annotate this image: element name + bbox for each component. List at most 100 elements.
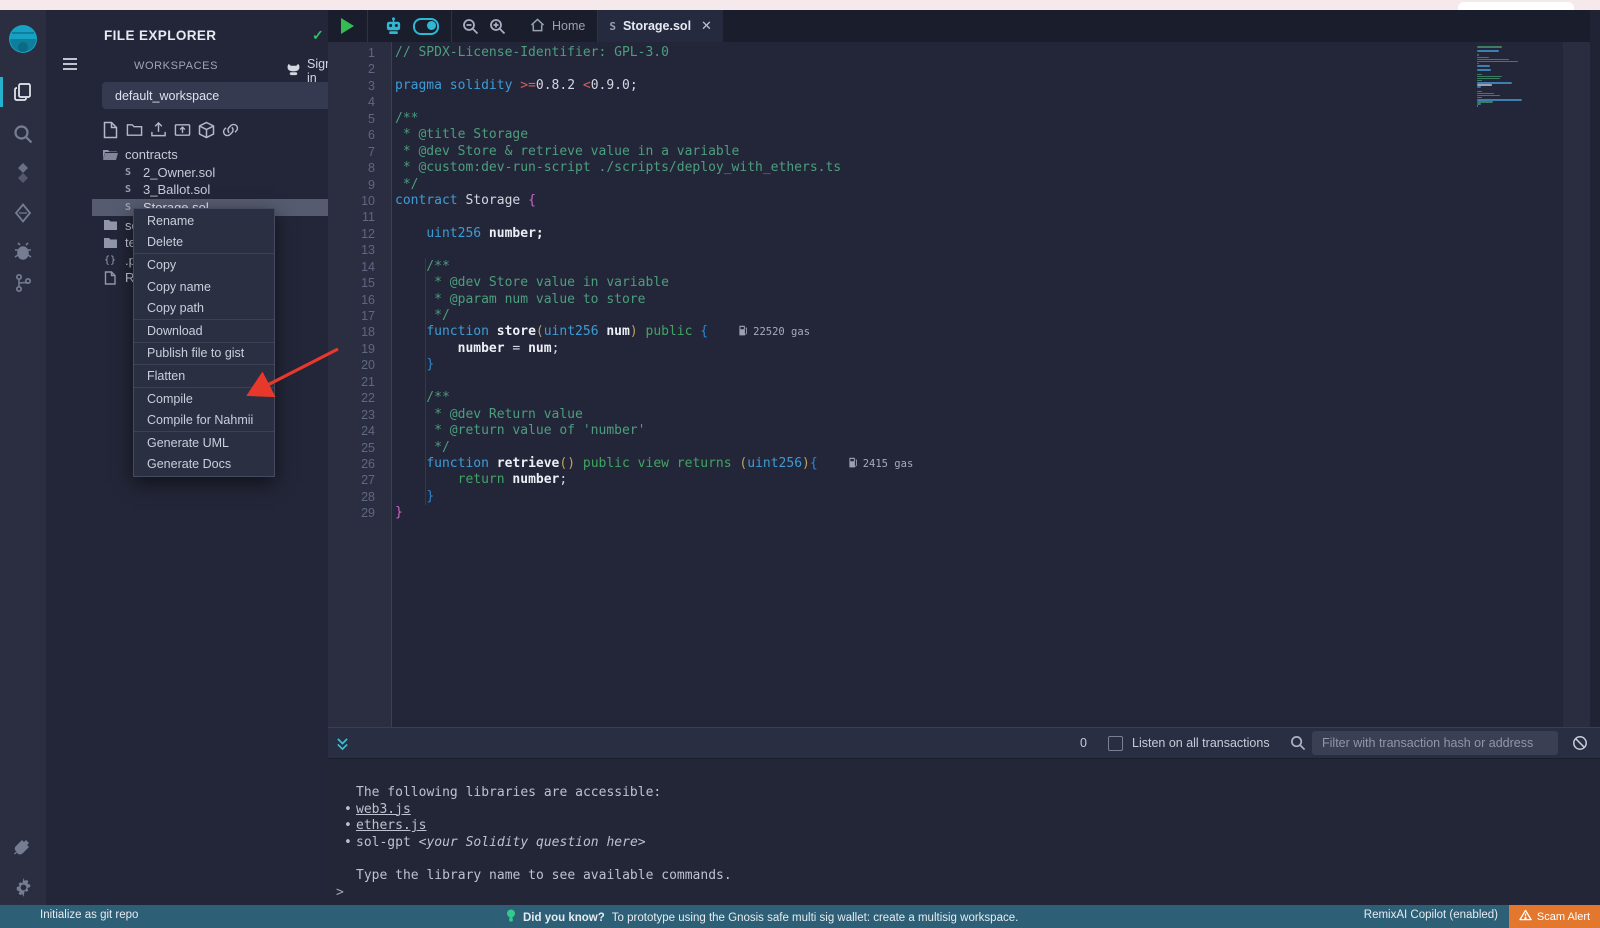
scam-alert-button[interactable]: Scam Alert — [1509, 905, 1600, 928]
menu-item-copy-name[interactable]: Copy name — [134, 276, 274, 298]
new-folder-icon[interactable] — [126, 120, 143, 139]
transaction-filter-input[interactable] — [1312, 731, 1558, 755]
line-number: 8 — [328, 160, 391, 176]
search-icon[interactable] — [0, 117, 46, 151]
code-line-25: */ — [395, 440, 1562, 456]
code-line-2 — [395, 61, 1562, 77]
tab-storage-sol[interactable]: S Storage.sol ✕ — [598, 10, 723, 42]
file-explorer-icon[interactable] — [0, 75, 46, 109]
settings-icon[interactable] — [0, 870, 46, 904]
tab-home[interactable]: Home — [518, 10, 597, 42]
terminal-search-icon[interactable] — [1290, 735, 1306, 756]
line-number: 6 — [328, 127, 391, 143]
new-file-icon[interactable] — [102, 120, 119, 139]
signin-button[interactable]: Sign in — [286, 57, 332, 85]
code-line-20: } — [395, 357, 1562, 373]
library-link[interactable]: web3.js — [356, 802, 411, 817]
menu-item-delete[interactable]: Delete — [134, 232, 274, 254]
plugin-manager-icon[interactable] — [0, 831, 46, 865]
zoom-out-icon[interactable] — [462, 18, 479, 35]
upload-folder-icon[interactable] — [174, 120, 191, 139]
code-editor[interactable]: // SPDX-License-Identifier: GPL-3.0pragm… — [392, 42, 1562, 727]
code-line-28: } — [395, 489, 1562, 505]
editor-scrollbar-track[interactable] — [1563, 42, 1590, 727]
tree-item-label: 2_Owner.sol — [143, 165, 215, 180]
placeholder-hint: <your Solidity question here> — [419, 835, 646, 850]
code-line-6: * @title Storage — [395, 127, 1562, 143]
debugger-icon[interactable] — [0, 234, 46, 268]
terminal-output[interactable]: The following libraries are accessible:•… — [328, 759, 1600, 905]
copilot-toggle[interactable] — [413, 18, 439, 35]
terminal-library-link-line: •web3.js — [328, 802, 1600, 819]
line-number: 7 — [328, 144, 391, 160]
menu-item-copy-path[interactable]: Copy path — [134, 297, 274, 319]
minimap-line — [1477, 76, 1502, 78]
remix-ide-window: FILE EXPLORER ✓ › WORKSPACES Sign in def… — [0, 0, 1600, 928]
line-number: 1 — [328, 45, 391, 61]
menu-item-rename[interactable]: Rename — [134, 210, 274, 232]
icon-sidebar — [0, 10, 47, 905]
code-line-9: */ — [395, 177, 1562, 193]
gas-estimate: 2415 gas — [848, 458, 914, 470]
listen-label: Listen on all transactions — [1132, 736, 1270, 750]
load-box-icon[interactable] — [198, 120, 215, 139]
code-line-13 — [395, 242, 1562, 258]
code-line-27: return number; — [395, 472, 1562, 488]
minimap-line — [1477, 93, 1494, 95]
indent-guide — [425, 258, 426, 505]
workspace-select[interactable]: default_workspace — [102, 82, 352, 109]
github-icon — [286, 63, 301, 79]
check-icon: ✓ — [312, 27, 324, 44]
terminal-line: The following libraries are accessible: — [328, 785, 1600, 802]
clear-console-icon[interactable] — [1572, 735, 1588, 756]
link-icon[interactable] — [222, 120, 239, 139]
line-number: 4 — [328, 94, 391, 110]
solidity-compiler-icon[interactable] — [0, 156, 46, 190]
folder-icon — [102, 237, 118, 249]
menu-item-copy[interactable]: Copy — [134, 253, 274, 276]
line-number: 12 — [328, 226, 391, 242]
tree-item-label: 3_Ballot.sol — [143, 182, 210, 197]
close-tab-icon[interactable]: ✕ — [701, 18, 712, 34]
remix-logo-icon — [0, 23, 46, 57]
menu-item-generate-docs[interactable]: Generate Docs — [134, 454, 274, 476]
folder-icon — [102, 219, 118, 231]
code-line-17: */ — [395, 308, 1562, 324]
line-number: 15 — [328, 275, 391, 291]
editor-minimap[interactable] — [1477, 46, 1539, 116]
menu-item-generate-uml[interactable]: Generate UML — [134, 431, 274, 454]
browser-top-strip — [0, 0, 1600, 10]
copilot-status[interactable]: RemixAI Copilot (enabled) — [1364, 909, 1498, 921]
line-number: 11 — [328, 209, 391, 225]
annotation-arrow — [230, 333, 360, 413]
line-number: 2 — [328, 61, 391, 77]
terminal-prompt[interactable]: > — [328, 885, 1600, 902]
sol-icon: S — [120, 167, 136, 178]
code-line-12: uint256 number; — [395, 226, 1562, 242]
bullet: • — [344, 818, 352, 835]
bullet: • — [344, 835, 352, 852]
workspaces-menu-icon[interactable] — [62, 57, 78, 76]
browser-top-blob — [1458, 2, 1574, 10]
code-line-15: * @dev Store value in variable — [395, 275, 1562, 291]
lightbulb-icon — [506, 909, 516, 926]
library-link[interactable]: ethers.js — [356, 818, 426, 833]
upload-file-icon[interactable] — [150, 120, 167, 139]
listen-checkbox[interactable] — [1108, 736, 1123, 751]
did-you-know-tip: Did you know? To prototype using the Gno… — [506, 909, 1018, 926]
deploy-run-icon[interactable] — [0, 196, 46, 230]
tree-item-label: contracts — [125, 147, 178, 162]
code-line-18: function store(uint256 num) public {2252… — [395, 324, 1562, 340]
code-line-1: // SPDX-License-Identifier: GPL-3.0 — [395, 45, 1562, 61]
code-line-11 — [395, 209, 1562, 225]
init-git-repo-button[interactable]: Initialize as git repo — [40, 909, 138, 921]
terminal-collapse-icon[interactable] — [336, 737, 349, 756]
copilot-robot-icon[interactable] — [384, 17, 403, 35]
zoom-in-icon[interactable] — [489, 18, 506, 35]
line-number: 9 — [328, 177, 391, 193]
terminal-library-link-line: • ethers.js — [328, 818, 1600, 835]
code-line-19: number = num; — [395, 341, 1562, 357]
git-icon[interactable] — [0, 266, 46, 300]
line-number: 10 — [328, 193, 391, 209]
run-script-button[interactable] — [341, 18, 354, 34]
